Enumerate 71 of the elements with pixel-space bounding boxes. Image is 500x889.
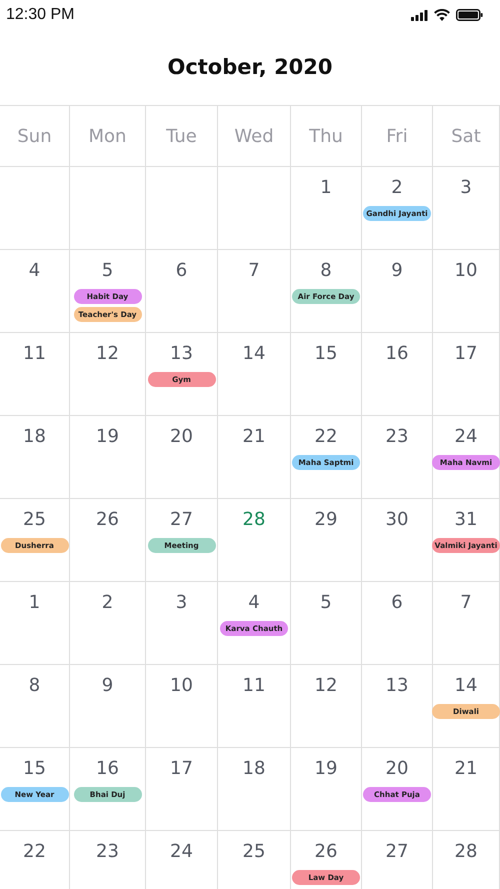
day-number[interactable]: 18: [23, 426, 46, 447]
day-number[interactable]: 29: [314, 509, 338, 530]
day-number[interactable]: 11: [23, 343, 46, 364]
day-number[interactable]: 18: [242, 758, 266, 779]
day-number[interactable]: 12: [96, 343, 119, 364]
day-number[interactable]: 28: [454, 841, 478, 862]
day-number[interactable]: 20: [170, 426, 193, 447]
day-number[interactable]: 28: [242, 509, 266, 530]
day-number[interactable]: 10: [454, 260, 478, 281]
day-number[interactable]: 31: [454, 509, 478, 530]
day-number[interactable]: 19: [96, 426, 119, 447]
day-number[interactable]: 5: [102, 260, 114, 281]
day-number[interactable]: 17: [170, 758, 193, 779]
day-number[interactable]: 21: [242, 426, 266, 447]
day-number[interactable]: 1: [320, 177, 332, 198]
status-time: 12:30 PM: [6, 6, 74, 24]
day-number[interactable]: 12: [314, 675, 338, 696]
day-number[interactable]: 7: [248, 260, 260, 281]
day-number[interactable]: 4: [248, 592, 260, 613]
day-number[interactable]: 6: [176, 260, 188, 281]
day-number[interactable]: 14: [242, 343, 266, 364]
day-number[interactable]: 1: [28, 592, 40, 613]
day-number[interactable]: 27: [386, 841, 408, 862]
battery-icon: [456, 9, 483, 21]
day-number[interactable]: 26: [314, 841, 338, 862]
day-number[interactable]: 16: [386, 343, 408, 364]
day-number[interactable]: 26: [96, 509, 119, 530]
day-number[interactable]: 21: [454, 758, 478, 779]
weekday-label: Mon: [88, 126, 126, 146]
day-number[interactable]: 13: [386, 675, 408, 696]
day-number[interactable]: 30: [386, 509, 408, 530]
day-number[interactable]: 3: [176, 592, 188, 613]
day-number[interactable]: 2: [102, 592, 114, 613]
day-number[interactable]: 11: [242, 675, 266, 696]
day-number[interactable]: 19: [314, 758, 338, 779]
day-number[interactable]: 15: [23, 758, 46, 779]
day-number[interactable]: 24: [170, 841, 193, 862]
day-number[interactable]: 6: [391, 592, 403, 613]
day-number[interactable]: 25: [23, 509, 46, 530]
day-number[interactable]: 17: [454, 343, 478, 364]
weekday-label: Sat: [451, 126, 481, 146]
day-number[interactable]: 9: [391, 260, 403, 281]
day-number[interactable]: 15: [314, 343, 338, 364]
day-number[interactable]: 4: [28, 260, 40, 281]
weekday-label: Sun: [17, 126, 52, 146]
day-number[interactable]: 8: [320, 260, 332, 281]
day-number[interactable]: 23: [96, 841, 119, 862]
weekday-label: Wed: [234, 126, 274, 146]
day-number[interactable]: 22: [314, 426, 338, 447]
day-number[interactable]: 23: [386, 426, 408, 447]
month-title: October, 2020: [166, 54, 334, 80]
day-number[interactable]: 13: [170, 343, 193, 364]
weekday-label: Thu: [309, 126, 343, 146]
day-number[interactable]: 16: [96, 758, 119, 779]
day-number[interactable]: 8: [28, 675, 40, 696]
day-number[interactable]: 3: [460, 177, 472, 198]
weekday-label: Tue: [166, 126, 197, 146]
day-number[interactable]: 22: [23, 841, 46, 862]
day-number[interactable]: 7: [460, 592, 472, 613]
weekday-label: Fri: [386, 126, 408, 146]
day-number[interactable]: 24: [454, 426, 478, 447]
day-number[interactable]: 20: [386, 758, 408, 779]
signal-icon: [411, 10, 428, 20]
day-number[interactable]: 25: [242, 841, 266, 862]
wifi-icon: [434, 9, 450, 21]
day-number[interactable]: 9: [102, 675, 114, 696]
day-number[interactable]: 27: [170, 509, 193, 530]
day-number[interactable]: 5: [320, 592, 332, 613]
day-number[interactable]: 10: [170, 675, 193, 696]
day-number[interactable]: 2: [391, 177, 403, 198]
day-number[interactable]: 14: [454, 675, 478, 696]
